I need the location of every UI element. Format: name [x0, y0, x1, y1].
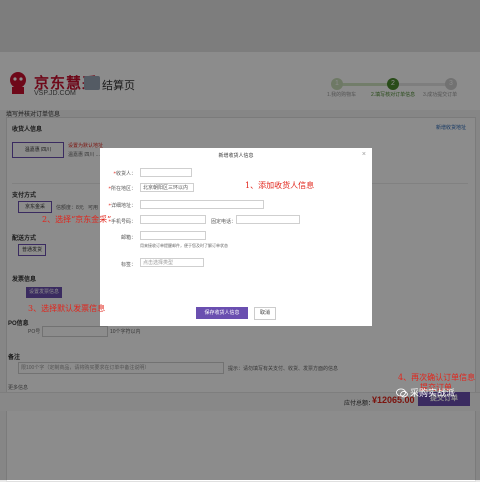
email-label: 邮箱： — [120, 235, 136, 241]
close-icon[interactable]: × — [362, 151, 366, 158]
watermark: 采购实战派 — [396, 385, 476, 401]
email-hint: 用来接收订单提醒邮件，便于您及时了解订单状态 — [140, 243, 228, 248]
save-receiver-button[interactable]: 保存收货人信息 — [196, 307, 248, 319]
address-label: *详细地址： — [108, 203, 136, 209]
receiver-name-label-text: 收货人： — [115, 171, 136, 177]
receiver-name-label: *收货人： — [113, 171, 136, 177]
tel-label: 固定电话： — [210, 219, 236, 225]
watermark-text: 采购实战派 — [410, 388, 456, 398]
tel-input[interactable] — [236, 215, 300, 224]
annotation-step-1: 1、添加收货人信息 — [245, 181, 315, 190]
tag-select[interactable]: 点击选择类型 — [140, 258, 204, 267]
region-value: 北京朝阳区三环以内 — [143, 185, 189, 191]
address-label-text: 详细地址： — [110, 203, 136, 209]
region-select[interactable]: 北京朝阳区三环以内 — [140, 183, 194, 192]
address-input[interactable] — [140, 200, 264, 209]
cancel-button[interactable]: 取消 — [254, 307, 276, 320]
tag-value: 点击选择类型 — [143, 260, 174, 266]
modal-title: 新增收货人信息 — [218, 153, 254, 159]
tag-label: 标签： — [120, 262, 136, 268]
annotation-step-3: 3、选择默认发票信息 — [28, 304, 106, 313]
receiver-name-input[interactable] — [140, 168, 192, 177]
region-label: *所在地区： — [108, 186, 136, 192]
region-label-text: 所在地区： — [110, 186, 136, 192]
wechat-icon — [396, 388, 408, 398]
phone-label-text: 手机号码： — [110, 219, 136, 225]
phone-input[interactable] — [140, 215, 206, 224]
add-receiver-modal: 新增收货人信息 × *收货人： *所在地区： 北京朝阳区三环以内 *详细地址： … — [100, 148, 372, 326]
email-input[interactable] — [140, 231, 206, 240]
annotation-step-2: 2、选择“京东金采” — [42, 215, 112, 224]
